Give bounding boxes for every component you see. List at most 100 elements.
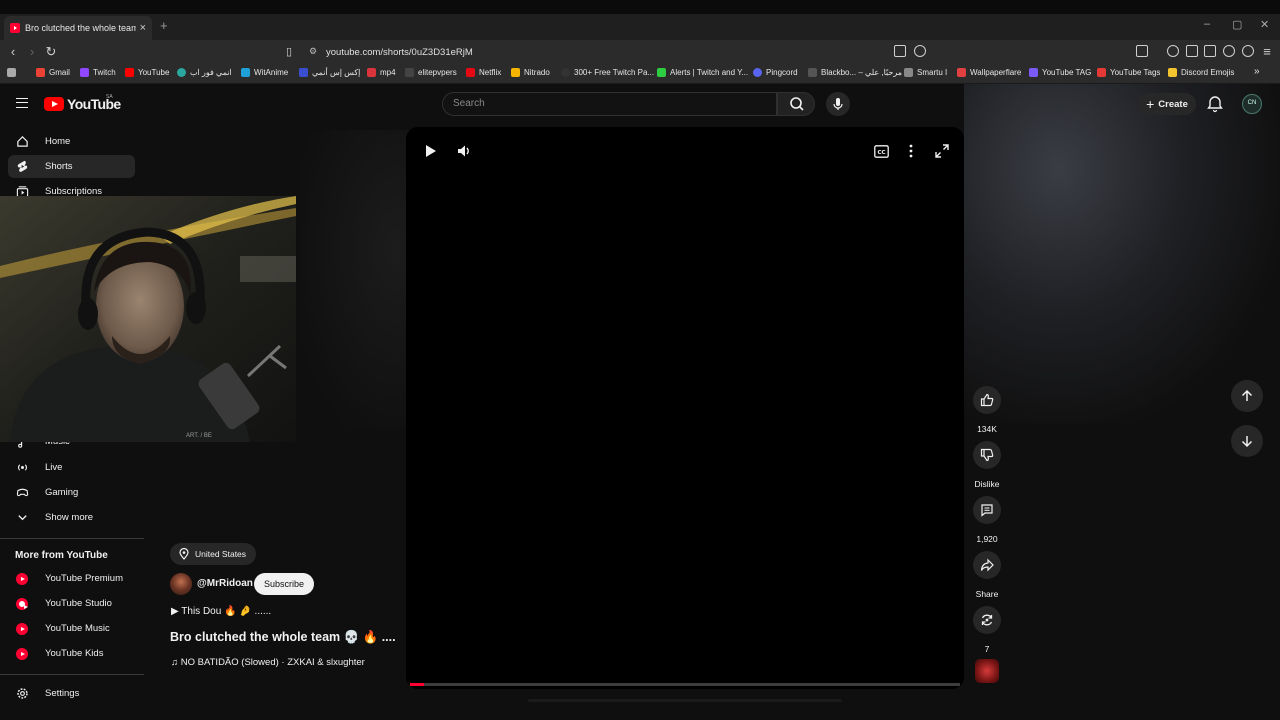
bookmark-item[interactable]: Nitrado — [511, 68, 550, 77]
notifications-button[interactable] — [1206, 95, 1224, 113]
sidebar-item-live[interactable]: Live — [8, 456, 135, 479]
sidebar-item-youtube-premium[interactable]: YouTube Premium — [8, 567, 135, 590]
volume-icon[interactable] — [457, 144, 473, 158]
bookmark-item[interactable]: Gmail — [36, 68, 70, 77]
channel-avatar[interactable] — [170, 573, 192, 595]
minimize-button[interactable]: – — [1204, 18, 1210, 30]
share-button[interactable]: Share — [972, 551, 1002, 599]
captions-icon[interactable]: CC — [874, 145, 889, 158]
bookmark-item[interactable]: YouTube Tags — [1097, 68, 1160, 77]
bookmark-item[interactable]: Blackbo... – مرحبًا, علي — [808, 68, 902, 77]
maximize-button[interactable]: ▢ — [1232, 18, 1242, 31]
bookmark-item[interactable]: WitAnime — [241, 68, 288, 77]
shorts-video-player[interactable] — [406, 127, 964, 689]
dislike-label: Dislike — [974, 479, 1000, 489]
bookmark-item[interactable]: Netflix — [466, 68, 501, 77]
sidebar-item-home[interactable]: Home — [8, 130, 135, 153]
channel-name[interactable]: @MrRidoan — [197, 578, 253, 589]
site-info-icon[interactable]: ⚙ — [309, 46, 317, 57]
sidebar-item-show-more[interactable]: Show more — [8, 506, 135, 529]
bookmark-item[interactable]: YouTube TAG — [1029, 68, 1091, 77]
bookmark-favicon-icon — [561, 68, 570, 77]
bookmark-item[interactable]: Smartu I — [904, 68, 947, 77]
vpn-icon[interactable] — [1242, 45, 1254, 57]
sidebar-toggle-icon[interactable] — [1186, 45, 1198, 57]
new-tab-button[interactable]: + — [160, 18, 168, 33]
video-progress-bar[interactable] — [410, 683, 960, 686]
bookmark-item[interactable]: انمي فور اب — [177, 68, 232, 77]
more-options-icon[interactable] — [908, 144, 914, 158]
ai-assistant-icon[interactable] — [1223, 45, 1235, 57]
video-description[interactable]: ▶ This Dou 🔥 🤌 ...... — [171, 606, 271, 617]
comments-button[interactable]: 1,920 — [972, 496, 1002, 544]
sidebar-item-youtube-music[interactable]: YouTube Music — [8, 617, 135, 640]
sidebar-item-label: Gaming — [45, 487, 79, 498]
browser-tab-active[interactable]: Bro clutched the whole team 💀 × — [4, 16, 152, 40]
address-bar[interactable]: ⚙ youtube.com/shorts/0uZ3D31eRjM — [302, 43, 978, 61]
play-icon[interactable] — [424, 144, 438, 158]
location-chip[interactable]: United States — [170, 543, 257, 565]
bookmark-favicon-icon — [405, 68, 414, 77]
tab-close-icon[interactable]: × — [140, 22, 146, 34]
webcam-image — [0, 196, 296, 442]
reload-icon[interactable]: ↻ — [43, 44, 59, 60]
music-attribution[interactable]: ♫ NO BATIDÃO (Slowed) · ZXKAI & slxughte… — [171, 657, 365, 668]
reader-mode-icon[interactable] — [1136, 45, 1148, 57]
voice-search-button[interactable] — [826, 92, 850, 116]
dislike-button[interactable]: Dislike — [972, 441, 1002, 489]
next-short-button[interactable] — [1231, 425, 1263, 457]
bookmark-item[interactable]: Twitch — [80, 68, 116, 77]
svg-text:CC: CC — [877, 150, 885, 156]
browser-menu-icon[interactable]: ≡ — [1259, 44, 1275, 60]
bookmark-item[interactable]: YouTube — [125, 68, 169, 77]
previous-short-button[interactable] — [1231, 380, 1263, 412]
like-button[interactable]: 134K — [972, 386, 1002, 434]
hamburger-menu-icon[interactable] — [16, 98, 28, 108]
sidebar-item-youtube-studio[interactable]: YouTube Studio — [8, 592, 135, 615]
search-button[interactable] — [777, 92, 815, 116]
sidebar-item-settings[interactable]: Settings — [8, 682, 135, 705]
arrow-up-icon — [1241, 389, 1253, 401]
gear-icon — [17, 688, 28, 699]
apps-grid-icon[interactable] — [7, 68, 20, 77]
bookmark-item[interactable]: Pingcord — [753, 68, 798, 77]
sidebar-item-gaming[interactable]: Gaming — [8, 481, 135, 504]
forward-arrow-icon[interactable]: › — [24, 44, 40, 60]
sidebar-item-label: Settings — [45, 688, 80, 699]
media-icon[interactable] — [1167, 45, 1179, 57]
bookmark-favicon-icon — [125, 68, 134, 77]
youtube-logo[interactable]: YouTube SA — [44, 94, 121, 112]
youtube-favicon-icon — [10, 23, 20, 33]
remix-button[interactable]: 7 — [972, 606, 1002, 654]
sound-thumbnail[interactable] — [975, 659, 999, 683]
bookmark-item[interactable]: Wallpaperflare — [957, 68, 1021, 77]
plus-icon: + — [1146, 96, 1155, 112]
share-page-icon[interactable] — [914, 45, 926, 57]
more-bookmarks-button[interactable]: » — [1254, 66, 1260, 77]
create-button[interactable]: + Create — [1138, 93, 1196, 115]
browser-top-edge — [0, 0, 1280, 14]
video-title[interactable]: Bro clutched the whole team 💀 🔥 .... — [170, 630, 396, 645]
bookmark-item[interactable]: إكس إس أنمي — [299, 68, 360, 77]
bookmark-item[interactable]: mp4 — [367, 68, 396, 77]
bookmarks-bar: Gmail Twitch YouTube انمي فور اب WitAnim… — [0, 64, 1280, 84]
bookmark-item[interactable]: Discord Emojis — [1168, 68, 1234, 77]
sidebar-item-youtube-kids[interactable]: YouTube Kids — [8, 642, 135, 665]
bookmark-item[interactable]: elitepvpers — [405, 68, 457, 77]
wallet-icon[interactable] — [1204, 45, 1216, 57]
fullscreen-icon[interactable] — [935, 144, 949, 158]
comment-count: 1,920 — [976, 534, 998, 544]
sidebar-item-shorts[interactable]: Shorts — [8, 155, 135, 178]
account-avatar[interactable]: CN — [1242, 94, 1262, 114]
search-input[interactable]: Search — [442, 92, 777, 116]
microphone-icon — [833, 98, 843, 110]
bookmark-item[interactable]: Alerts | Twitch and Y... — [657, 68, 748, 77]
back-arrow-icon[interactable]: ‹ — [5, 44, 21, 60]
bookmark-item[interactable]: 300+ Free Twitch Pa... — [561, 68, 654, 77]
cast-icon[interactable] — [894, 45, 906, 57]
webcam-overlay: ART. / BE — [0, 196, 296, 442]
close-window-button[interactable]: ✕ — [1260, 18, 1269, 31]
subscribe-button[interactable]: Subscribe — [254, 573, 314, 595]
bookmark-icon[interactable]: ▯ — [281, 44, 297, 60]
bookmark-favicon-icon — [1029, 68, 1038, 77]
